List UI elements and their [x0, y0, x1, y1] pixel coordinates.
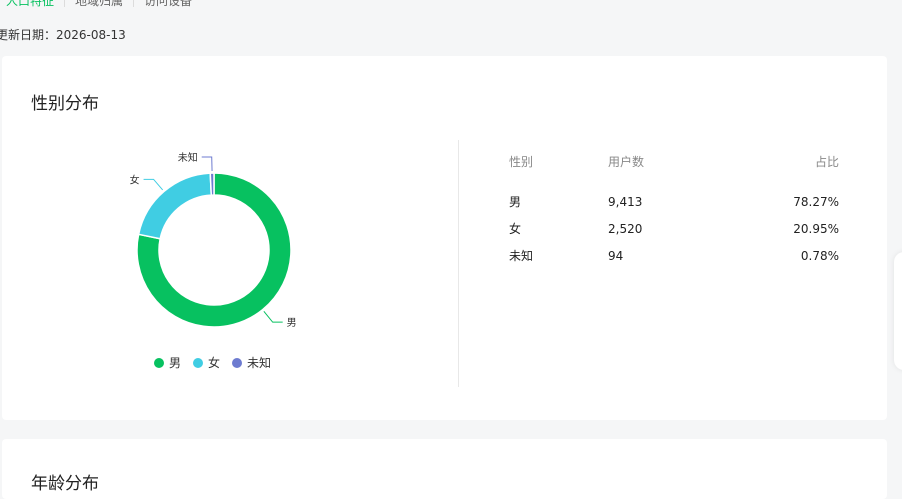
legend-dot-male: [154, 357, 164, 368]
table-header: 性别 用户数 占比: [509, 154, 839, 194]
gender-table: 性别 用户数 占比 男 9,413 78.27% 女 2,520 20.95% …: [509, 154, 839, 275]
side-panel-handle[interactable]: [894, 252, 902, 370]
donut-slice-female[interactable]: [137, 172, 213, 240]
slice-label-male: 男: [287, 317, 297, 329]
cell-users: 9,413: [608, 195, 643, 209]
donut-slice-unknown[interactable]: [209, 172, 215, 196]
cell-users: 2,520: [608, 222, 643, 236]
legend-label-female: 女: [208, 356, 221, 370]
gender-distribution-card: 性别分布 男女未知 男 女 未知 性别 用户数 占比 男 9,413 78.27…: [2, 56, 887, 420]
leader-line-unknown: [201, 156, 213, 172]
header-gender: 性别: [509, 155, 534, 169]
vertical-divider: [458, 140, 459, 387]
legend-dot-unknown: [232, 357, 243, 368]
update-date: 更新日期：2026-08-13: [0, 28, 126, 42]
leader-line-female: [143, 178, 164, 191]
legend-item-male[interactable]: 男: [154, 354, 181, 371]
slice-label-unknown: 未知: [178, 151, 198, 164]
header-share: 占比: [814, 155, 839, 169]
age-distribution-card: 年龄分布: [2, 439, 887, 499]
legend-dot-female: [193, 357, 204, 368]
cell-share: 20.95%: [793, 222, 839, 236]
leader-line-male: [263, 310, 283, 323]
tab-device[interactable]: 访问设备: [134, 0, 202, 9]
cell-gender: 男: [509, 195, 522, 209]
cell-users: 94: [608, 249, 624, 263]
table-row: 女 2,520 20.95%: [509, 221, 839, 248]
tab-bar: 人口特征 地域归属 访问设备: [0, 0, 202, 9]
cell-share: 78.27%: [793, 195, 839, 209]
chart-legend: 男 女 未知: [154, 354, 283, 371]
cell-gender: 未知: [509, 249, 534, 263]
cell-gender: 女: [509, 222, 522, 236]
header-users: 用户数: [608, 155, 645, 169]
tab-region[interactable]: 地域归属: [65, 0, 133, 9]
table-row: 未知 94 0.78%: [509, 248, 839, 275]
legend-label-male: 男: [169, 356, 182, 370]
legend-item-female[interactable]: 女: [193, 354, 220, 371]
age-card-title: 年龄分布: [31, 474, 99, 494]
legend-item-unknown[interactable]: 未知: [232, 354, 271, 371]
legend-label-unknown: 未知: [247, 356, 272, 370]
slice-label-female: 女: [130, 173, 140, 186]
gender-donut-chart: 男 女 未知: [130, 151, 297, 329]
cell-share: 0.78%: [800, 249, 839, 263]
table-row: 男 9,413 78.27%: [509, 194, 839, 221]
tab-population[interactable]: 人口特征: [0, 0, 64, 9]
